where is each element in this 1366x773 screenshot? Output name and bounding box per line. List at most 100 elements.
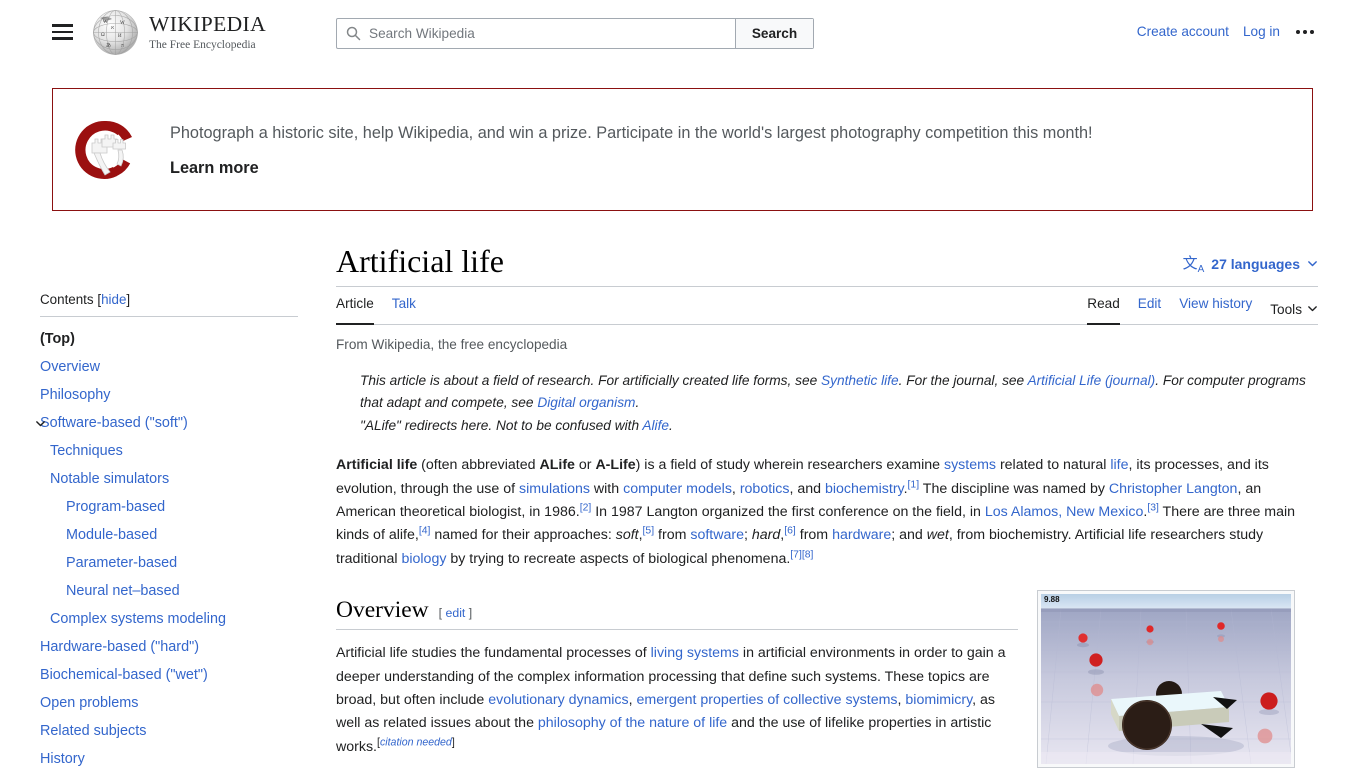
reference-7[interactable]: [7] — [790, 549, 802, 560]
toc-item-label: Philosophy — [40, 387, 111, 403]
link-living-systems[interactable]: living systems — [651, 645, 739, 661]
svg-text:א: א — [111, 26, 114, 31]
toc-item-program-based[interactable]: Program-based — [40, 493, 300, 521]
search-field-wrapper[interactable] — [337, 19, 735, 48]
link-artificial-life-journal[interactable]: Artificial Life (journal) — [1027, 373, 1155, 388]
alife-simulation-thumbnail[interactable]: 9.88 — [1037, 590, 1295, 768]
toc-item-hardware-based[interactable]: Hardware-based ("hard") — [40, 633, 300, 661]
language-count-label: 27 languages — [1211, 255, 1300, 272]
section-title: Overview — [336, 597, 429, 624]
reference-link[interactable]: [7] — [790, 549, 802, 560]
edit-link[interactable]: edit — [446, 606, 466, 620]
reference-4[interactable]: [4] — [419, 526, 431, 537]
reference-link[interactable]: [4] — [419, 526, 431, 537]
wikipedia-logo-link[interactable]: ₩ W Ω И あ ה א WIKIPEDIA The Free Encycloped… — [92, 9, 266, 56]
tab-read[interactable]: Read — [1087, 292, 1120, 325]
link-simulations[interactable]: simulations — [519, 481, 590, 497]
reference-1[interactable]: [1] — [908, 479, 920, 490]
chevron-down-icon — [1307, 256, 1318, 272]
toc-item-label: Related subjects — [40, 723, 147, 739]
page-title: Artificial life — [336, 240, 1318, 287]
toc-item-top[interactable]: (Top) — [40, 325, 300, 353]
lead-text: with — [589, 480, 624, 497]
reference-6[interactable]: [6] — [784, 526, 796, 537]
reference-8[interactable]: [8] — [802, 549, 814, 560]
reference-link[interactable]: [3] — [1147, 502, 1159, 513]
citation-needed-tag[interactable]: [citation needed] — [377, 736, 455, 748]
link-synthetic-life[interactable]: Synthetic life — [821, 373, 899, 388]
main-menu-icon[interactable] — [52, 21, 74, 43]
link-philosophy-of-life[interactable]: philosophy of the nature of life — [538, 715, 727, 731]
link-emergent-properties[interactable]: emergent properties of collective system… — [637, 692, 898, 708]
reference-3[interactable]: [3] — [1147, 502, 1159, 513]
tab-talk[interactable]: Talk — [392, 292, 416, 324]
reference-5[interactable]: [5] — [643, 526, 655, 537]
language-selector-button[interactable]: 文A 27 languages — [1183, 252, 1318, 275]
toc-item-overview[interactable]: Overview — [40, 353, 300, 381]
link-christopher-langton[interactable]: Christopher Langton — [1109, 481, 1238, 497]
reference-link[interactable]: [8] — [802, 549, 814, 560]
lead-text: (often abbreviated — [417, 457, 540, 474]
chevron-down-icon[interactable] — [32, 409, 48, 437]
term-a-life: A-Life — [595, 457, 636, 474]
link-evolutionary-dynamics[interactable]: evolutionary dynamics — [488, 692, 628, 708]
toc-item-label: Neural net–based — [66, 583, 180, 599]
link-robotics[interactable]: robotics — [740, 481, 790, 497]
toc-item-open-problems[interactable]: Open problems — [40, 689, 300, 717]
reference-link[interactable]: [6] — [784, 526, 796, 537]
reference-link[interactable]: [2] — [580, 502, 592, 513]
toc-item-complex-systems-modeling[interactable]: Complex systems modeling — [40, 605, 300, 633]
reference-2[interactable]: [2] — [580, 502, 592, 513]
ellipsis-icon[interactable] — [1294, 26, 1316, 38]
link-life[interactable]: life — [1110, 457, 1128, 473]
toc-item-parameter-based[interactable]: Parameter-based — [40, 549, 300, 577]
toc-item-label: (Top) — [40, 331, 75, 347]
link-software[interactable]: software — [690, 527, 744, 543]
tools-menu-button[interactable]: Tools — [1270, 292, 1318, 324]
search-button[interactable]: Search — [735, 19, 813, 48]
link-biomimicry[interactable]: biomimicry — [905, 692, 972, 708]
link-los-alamos-new-mexico[interactable]: Los Alamos, New Mexico — [985, 504, 1144, 520]
term-soft: soft — [615, 527, 639, 544]
chevron-down-icon — [1307, 302, 1318, 317]
lead-text: from — [795, 527, 833, 544]
citation-needed-label[interactable]: citation needed — [380, 736, 452, 748]
toc-item-software-based[interactable]: Software-based ("soft") — [35, 409, 300, 437]
toc-item-neural-net-based[interactable]: Neural net–based — [40, 577, 300, 605]
link-systems[interactable]: systems — [944, 457, 996, 473]
reference-link[interactable]: [1] — [908, 479, 920, 490]
toc-item-label: Open problems — [40, 695, 139, 711]
svg-text:ה: ה — [121, 44, 124, 49]
body-text: , — [628, 692, 637, 709]
lead-text: named for their approaches: — [430, 527, 616, 544]
toc-item-techniques[interactable]: Techniques — [40, 437, 300, 465]
term-wet: wet — [926, 527, 949, 544]
svg-text:Ω: Ω — [101, 33, 105, 38]
lead-text: The discipline was named by — [919, 480, 1109, 497]
link-digital-organism[interactable]: Digital organism — [537, 395, 635, 410]
tab-edit[interactable]: Edit — [1138, 292, 1161, 324]
link-hardware[interactable]: hardware — [832, 527, 891, 543]
search-input[interactable] — [369, 26, 727, 41]
banner-learn-more-link[interactable]: Learn more — [170, 159, 259, 178]
link-computer-models[interactable]: computer models — [623, 481, 732, 497]
create-account-link[interactable]: Create account — [1137, 24, 1229, 39]
reference-link[interactable]: [5] — [643, 526, 655, 537]
log-in-link[interactable]: Log in — [1243, 24, 1280, 39]
section-edit-link: [ edit ] — [438, 606, 473, 621]
search-form[interactable]: Search — [336, 18, 814, 49]
link-biology[interactable]: biology — [401, 551, 446, 567]
toc-item-module-based[interactable]: Module-based — [40, 521, 300, 549]
tab-view-history[interactable]: View history — [1179, 292, 1252, 324]
toc-item-biochemical-based[interactable]: Biochemical-based ("wet") — [40, 661, 300, 689]
link-biochemistry[interactable]: biochemistry — [825, 481, 904, 497]
toc-item-history[interactable]: History — [40, 745, 300, 773]
tab-article[interactable]: Article — [336, 292, 374, 325]
toc-item-notable-simulators[interactable]: Notable simulators — [40, 465, 300, 493]
toc-item-philosophy[interactable]: Philosophy — [40, 381, 300, 409]
fundraising-banner: Photograph a historic site, help Wikiped… — [52, 88, 1313, 211]
toc-item-related-subjects[interactable]: Related subjects — [40, 717, 300, 745]
svg-text:₩: ₩ — [103, 20, 108, 25]
link-alife[interactable]: Alife — [642, 418, 669, 433]
toc-hide-link[interactable]: hide — [101, 292, 126, 307]
